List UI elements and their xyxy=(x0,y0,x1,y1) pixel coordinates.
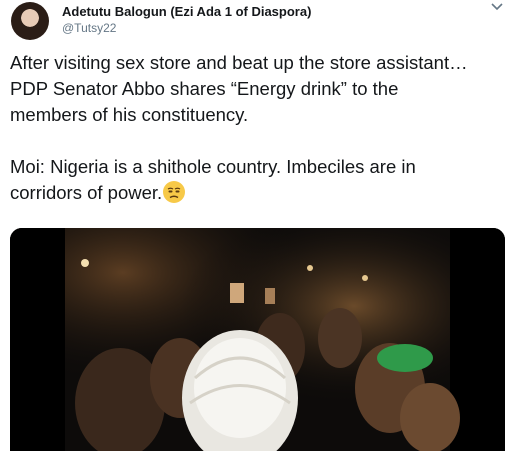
tweet-body: After visiting sex store and beat up the… xyxy=(10,52,468,203)
tweet-text: After visiting sex store and beat up the… xyxy=(10,50,502,206)
chevron-down-icon[interactable] xyxy=(490,0,504,14)
avatar[interactable] xyxy=(11,2,49,40)
author-handle[interactable]: @Tutsy22 xyxy=(62,21,116,35)
author-name[interactable]: Adetutu Balogun (Ezi Ada 1 of Diaspora) xyxy=(62,4,311,19)
unamused-face-icon xyxy=(163,181,186,203)
video-frame xyxy=(10,228,505,451)
video-thumbnail[interactable] xyxy=(10,228,505,451)
